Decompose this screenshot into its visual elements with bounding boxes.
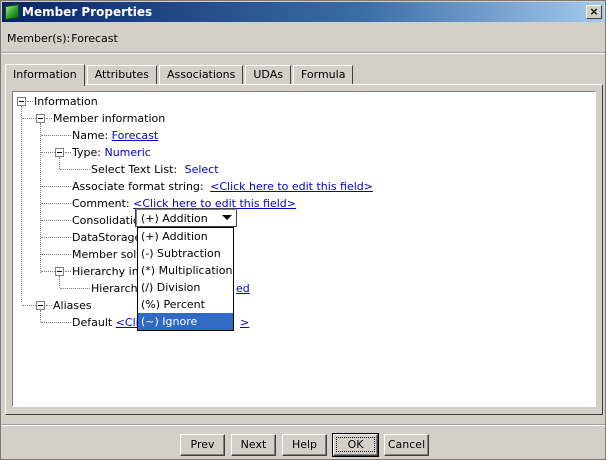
- help-button[interactable]: Help: [282, 434, 327, 456]
- tree-connector: [65, 271, 71, 272]
- tree-node-aliases[interactable]: Aliases: [53, 299, 92, 312]
- collapse-member-info-icon[interactable]: [36, 114, 45, 123]
- button-bar-separator: [1, 424, 605, 426]
- next-button[interactable]: Next: [231, 434, 276, 456]
- name-value-link[interactable]: Forecast: [112, 129, 159, 142]
- ok-button[interactable]: OK: [332, 433, 379, 457]
- option-ignore[interactable]: (~) Ignore: [138, 313, 233, 330]
- cube-icon: [5, 4, 19, 20]
- consolidation-selected: (+) Addition: [141, 212, 208, 225]
- tab-udas[interactable]: UDAs: [245, 65, 291, 85]
- option-addition[interactable]: (+) Addition: [138, 228, 233, 245]
- separator: [1, 52, 605, 54]
- properties-tree: Information Member information Name: For…: [12, 91, 596, 407]
- option-percent[interactable]: (%) Percent: [138, 296, 233, 313]
- datastorage-label: DataStorage: [72, 231, 142, 244]
- title-bar[interactable]: Member Properties ×: [2, 2, 604, 22]
- cancel-button[interactable]: Cancel: [384, 434, 429, 456]
- members-row: Member(s):Forecast: [7, 32, 118, 45]
- tree-connector: [41, 254, 71, 255]
- collapse-type-icon[interactable]: [55, 148, 64, 157]
- tree-connector: [41, 203, 71, 204]
- tree-connector: [46, 305, 52, 306]
- select-text-list-row: Select Text List: Select: [91, 163, 219, 176]
- tree-connector: [46, 118, 52, 119]
- option-division[interactable]: (/) Division: [138, 279, 233, 296]
- default-alias-link-end[interactable]: >: [240, 316, 249, 329]
- collapse-hierarchy-icon[interactable]: [55, 267, 64, 276]
- tree-connector: [41, 152, 55, 153]
- assoc-format-link[interactable]: <Click here to edit this field>: [210, 180, 373, 193]
- hierarchy-child-value[interactable]: ed: [236, 282, 250, 295]
- tree-connector: [60, 288, 90, 289]
- member-properties-dialog: Member Properties × Member(s):Forecast I…: [0, 0, 606, 460]
- tree-connector: [21, 106, 22, 302]
- name-label: Name:: [72, 129, 109, 142]
- members-value: Forecast: [71, 32, 118, 45]
- option-multiplication[interactable]: (*) Multiplication: [138, 262, 233, 279]
- tree-connector: [41, 135, 71, 136]
- tree-connector: [22, 118, 36, 119]
- tree-connector: [41, 186, 71, 187]
- tab-formula[interactable]: Formula: [292, 65, 354, 85]
- tree-connector: [65, 152, 71, 153]
- tree-connector: [41, 271, 55, 272]
- window-title: Member Properties: [22, 5, 153, 19]
- tree-connector: [59, 157, 60, 169]
- tree-connector: [40, 310, 41, 322]
- tree-connector: [41, 237, 71, 238]
- default-alias-label: Default: [72, 316, 113, 329]
- consolidation-dropdown-list: (+) Addition (-) Subtraction (*) Multipl…: [137, 227, 234, 331]
- tab-associations[interactable]: Associations: [159, 65, 244, 85]
- tree-node-information[interactable]: Information: [34, 95, 98, 108]
- select-text-list-label: Select Text List:: [91, 163, 178, 176]
- tree-connector: [22, 305, 36, 306]
- collapse-information-icon[interactable]: [17, 97, 26, 106]
- close-button[interactable]: ×: [586, 5, 602, 19]
- tree-connector: [60, 169, 90, 170]
- tree-connector: [27, 101, 33, 102]
- tab-information[interactable]: Information: [5, 64, 85, 86]
- tree-connector: [59, 276, 60, 288]
- assoc-format-label: Associate format string:: [72, 180, 204, 193]
- ok-button-label: OK: [336, 437, 375, 452]
- option-subtraction[interactable]: (-) Subtraction: [138, 245, 233, 262]
- prev-button[interactable]: Prev: [180, 434, 225, 456]
- comment-label: Comment:: [72, 197, 130, 210]
- assoc-format-row: Associate format string: <Click here to …: [72, 180, 373, 193]
- tree-connector: [41, 220, 71, 221]
- select-text-list-value[interactable]: Select: [185, 163, 219, 176]
- type-value[interactable]: Numeric: [104, 146, 150, 159]
- consolidation-combo[interactable]: (+) Addition: [135, 208, 237, 227]
- type-row: Type: Numeric: [72, 146, 151, 159]
- tab-strip: Information Attributes Associations UDAs…: [5, 64, 355, 86]
- collapse-aliases-icon[interactable]: [36, 301, 45, 310]
- tree-connector: [40, 123, 41, 273]
- name-row: Name: Forecast: [72, 129, 158, 142]
- chevron-down-icon[interactable]: [222, 215, 232, 220]
- tree-connector: [41, 322, 71, 323]
- information-panel: Information Member information Name: For…: [5, 84, 603, 415]
- tab-attributes[interactable]: Attributes: [86, 65, 157, 85]
- tree-node-member-information[interactable]: Member information: [53, 112, 165, 125]
- type-label: Type:: [72, 146, 101, 159]
- members-label: Member(s):: [7, 32, 71, 45]
